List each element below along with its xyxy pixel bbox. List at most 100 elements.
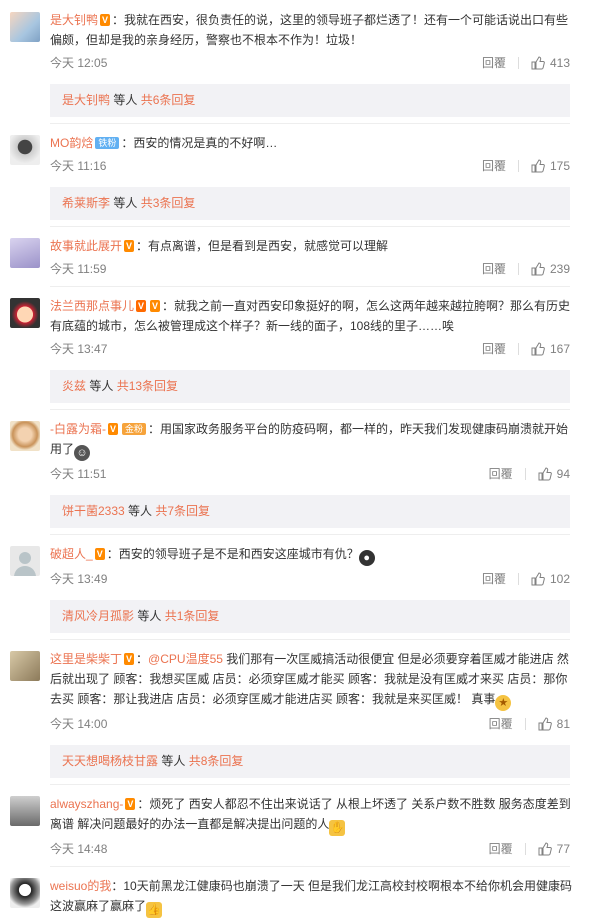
more-replies[interactable]: 希莱斯李 等人 共3条回复 — [50, 187, 570, 220]
like-button[interactable]: 239 — [531, 258, 570, 280]
thumbs-up-icon — [531, 56, 545, 70]
like-button[interactable]: 81 — [538, 713, 570, 735]
comment-item: 破超人_ V ：西安的领导班子是不是和西安这座城市有仇？ ● 今天 13:49 回覆 … — [0, 534, 602, 596]
reply-button[interactable]: 回覆 — [482, 258, 506, 280]
divider — [524, 468, 526, 480]
avatar[interactable] — [10, 796, 40, 826]
like-button[interactable]: 77 — [538, 838, 570, 860]
comment-time: 今天 13:49 — [50, 572, 108, 586]
like-count: 94 — [556, 467, 570, 481]
more-replies[interactable]: 天天想喝杨枝甘露 等人 共8条回复 — [50, 745, 570, 778]
thumbs-up-emoji-icon: 👍 — [146, 902, 163, 918]
comment-author[interactable]: 是大钊鸭 — [50, 13, 98, 27]
divider — [517, 343, 519, 355]
more-replies[interactable]: 炎兹 等人 共13条回复 — [50, 370, 570, 403]
reply-count[interactable]: 共13条回复 — [117, 379, 178, 393]
divider — [524, 843, 526, 855]
vip-badge-icon: V — [108, 423, 119, 435]
avatar[interactable] — [10, 546, 40, 576]
comment-text: ：西安的情况是真的不好啊… — [121, 136, 278, 150]
like-button[interactable]: 167 — [531, 338, 570, 360]
comment-author[interactable]: 这里是柴柴丁 — [50, 652, 122, 666]
fan-badge: 金粉 — [122, 423, 147, 435]
comment-text: ：西安的领导班子是不是和西安这座城市有仇？ — [106, 547, 359, 561]
divider — [524, 718, 526, 730]
reply-user[interactable]: 是大钊鸭 — [62, 93, 110, 107]
vip-badge-icon: V — [150, 300, 161, 312]
user-mention[interactable]: @CPU温度55 — [148, 652, 223, 666]
divider — [517, 573, 519, 585]
comment-item: alwayszhang- V ：烦死了 西安人都忍不住出来说话了 从根上坏透了 关系… — [0, 784, 602, 866]
comment-author[interactable]: weisuo的我 — [50, 879, 111, 893]
like-count: 175 — [549, 159, 570, 173]
avatar[interactable] — [10, 238, 40, 268]
comment-time: 今天 13:47 — [50, 342, 108, 356]
avatar[interactable] — [10, 878, 40, 908]
fan-badge: 铁粉 — [95, 137, 120, 149]
reply-user[interactable]: 清风冷月孤影 — [62, 609, 134, 623]
thumbs-up-icon — [531, 342, 545, 356]
comment-text: ：我就在西安，很负责任的说，这里的领导班子都烂透了！还有一个可能话说出口有些偏颇… — [50, 13, 569, 47]
reply-button[interactable]: 回覆 — [482, 568, 506, 590]
comment-item: 故事就此展开 V ：有点离谱，但是看到是西安，就感觉可以理解 今天 11:59 回覆… — [0, 226, 602, 286]
reply-count[interactable]: 共8条回复 — [189, 754, 244, 768]
like-count: 102 — [549, 572, 570, 586]
divider — [517, 57, 519, 69]
vip-badge-icon: V — [100, 14, 111, 26]
comment-time: 今天 11:59 — [50, 262, 107, 276]
reply-user[interactable]: 饼干菌2333 — [62, 504, 125, 518]
reply-button[interactable]: 回覆 — [482, 52, 506, 74]
like-count: 239 — [549, 262, 570, 276]
avatar[interactable] — [10, 651, 40, 681]
like-count: 167 — [549, 342, 570, 356]
avatar[interactable] — [10, 421, 40, 451]
reply-button[interactable]: 回覆 — [482, 338, 506, 360]
comment-author[interactable]: 法兰西那点事儿 — [50, 299, 134, 313]
comment-author[interactable]: alwayszhang- — [50, 797, 123, 811]
comment-time: 今天 11:51 — [50, 467, 107, 481]
avatar[interactable] — [10, 135, 40, 165]
reply-user[interactable]: 希莱斯李 — [62, 196, 110, 210]
reply-count[interactable]: 共6条回复 — [141, 93, 196, 107]
avatar[interactable] — [10, 298, 40, 328]
reply-button[interactable]: 回覆 — [489, 713, 513, 735]
more-replies[interactable]: 是大钊鸭 等人 共6条回复 — [50, 84, 570, 117]
comment-time: 今天 12:05 — [50, 56, 108, 70]
comment-item: MO韵焓 铁粉 ：西安的情况是真的不好啊… 今天 11:16 回覆 175 — [0, 123, 602, 183]
comment-author[interactable]: 破超人_ — [50, 547, 93, 561]
reply-button[interactable]: 回覆 — [489, 463, 513, 485]
thumbs-up-icon — [538, 842, 552, 856]
comment-author[interactable]: 故事就此展开 — [50, 239, 122, 253]
like-button[interactable]: 175 — [531, 155, 570, 177]
vip-badge-icon: V — [136, 300, 147, 312]
avatar[interactable] — [10, 12, 40, 42]
reply-count[interactable]: 共3条回复 — [141, 196, 196, 210]
like-button[interactable]: 413 — [531, 52, 570, 74]
comment-item: 法兰西那点事儿 V V ：就我之前一直对西安印象挺好的啊，怎么这两年越来越拉胯啊？那么… — [0, 286, 602, 366]
like-button[interactable]: 102 — [531, 568, 570, 590]
reply-user[interactable]: 天天想喝杨枝甘露 — [62, 754, 158, 768]
comment-item: weisuo的我：10天前黑龙江健康码也崩溃了一天 但是我们龙江高校封校啊根本不… — [0, 866, 602, 924]
comment-item: 是大钊鸭 V ：我就在西安，很负责任的说，这里的领导班子都烂透了！还有一个可能话说出… — [0, 0, 602, 80]
vip-badge-icon: V — [124, 653, 135, 665]
comment-author[interactable]: -白露为霜- — [50, 422, 106, 436]
vip-badge-icon: V — [124, 240, 135, 252]
more-replies[interactable]: 清风冷月孤影 等人 共1条回复 — [50, 600, 570, 633]
face-emoji-icon: ☺ — [74, 445, 91, 461]
vip-badge-icon: V — [94, 548, 105, 560]
divider — [517, 263, 519, 275]
thumbs-up-icon — [531, 262, 545, 276]
reply-button[interactable]: 回覆 — [482, 155, 506, 177]
sweat-emoji-icon: ● — [358, 550, 375, 566]
reply-button[interactable]: 回覆 — [489, 838, 513, 860]
reply-user[interactable]: 炎兹 — [62, 379, 86, 393]
like-button[interactable]: 94 — [538, 463, 570, 485]
comment-text: ：10天前黑龙江健康码也崩溃了一天 但是我们龙江高校封校啊根本不给你机会用健康码… — [50, 879, 573, 913]
thumbs-up-icon — [531, 159, 545, 173]
reply-count[interactable]: 共7条回复 — [155, 504, 210, 518]
more-replies[interactable]: 饼干菌2333 等人 共7条回复 — [50, 495, 570, 528]
reply-count[interactable]: 共1条回复 — [165, 609, 220, 623]
thumbs-up-icon — [538, 717, 552, 731]
comment-author[interactable]: MO韵焓 — [50, 136, 93, 150]
comment-item: 这里是柴柴丁 V ：@CPU温度55 我们那有一次匡威搞活动很便宜 但是必须要穿着匡… — [0, 639, 602, 741]
